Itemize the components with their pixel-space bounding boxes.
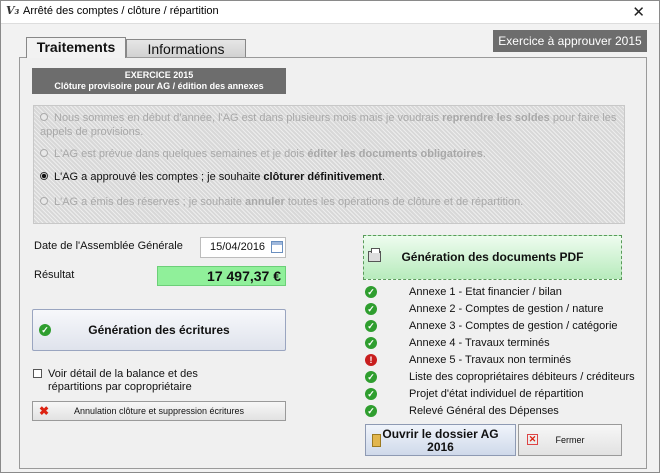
option-editer-documents[interactable]: L'AG est prévue dans quelques semaines e… (40, 147, 486, 161)
check-icon: ✓ (365, 371, 377, 383)
check-icon: ✓ (39, 324, 51, 336)
app-icon: V₃ (6, 4, 20, 17)
annex-item: ✓ Projet d'état individuel de répartitio… (361, 386, 631, 402)
cancel-closing-label: Annulation clôture et suppression écritu… (73, 406, 245, 416)
annex-label: Liste des copropriétaires débiteurs / cr… (409, 371, 635, 383)
annex-item: ✓ Relevé Général des Dépenses (361, 403, 631, 419)
open-ag-folder-button[interactable]: Ouvrir le dossier AG 2016 (365, 424, 516, 456)
tab-informations[interactable]: Informations (126, 39, 246, 59)
annex-label: Annexe 3 - Comptes de gestion / catégori… (409, 320, 618, 332)
close-button[interactable]: ✕ Fermer (518, 424, 622, 456)
exercice-header: EXERCICE 2015 Clôture provisoire pour AG… (32, 68, 286, 94)
annex-label: Annexe 4 - Travaux terminés (409, 337, 550, 349)
annex-item: ✓ Annexe 3 - Comptes de gestion / catégo… (361, 318, 631, 334)
annex-item: ✓ Annexe 4 - Travaux terminés (361, 335, 631, 351)
folder-icon (372, 434, 381, 447)
options-group: Nous sommes en début d'année, l'AG est d… (33, 105, 625, 224)
generate-entries-label: Génération des écritures (88, 323, 230, 337)
option-2-post: . (482, 148, 486, 160)
annex-item: ! Annexe 5 - Travaux non terminés (361, 352, 631, 368)
dialog-client: Traitements Informations Exercice à appr… (1, 23, 659, 472)
option-cloturer[interactable]: L'AG a approuvé les comptes ; je souhait… (40, 170, 385, 184)
option-3-pre: L'AG a approuvé les comptes ; je souhait… (54, 171, 264, 183)
ag-date-field[interactable]: 15/04/2016 (200, 237, 286, 258)
close-icon: ✕ (527, 434, 538, 445)
calendar-icon[interactable] (271, 241, 283, 253)
ag-date-label: Date de l'Assemblée Générale (34, 240, 183, 252)
cancel-closing-button[interactable]: ✖ Annulation clôture et suppression écri… (32, 401, 286, 421)
ag-date-value: 15/04/2016 (210, 241, 266, 253)
tab-traitements[interactable]: Traitements (26, 37, 126, 58)
result-value: 17 497,37 € (157, 266, 286, 286)
printer-icon (368, 248, 381, 262)
annex-item: ✓ Annexe 2 - Comptes de gestion / nature (361, 301, 631, 317)
window-title: Arrêté des comptes / clôture / répartiti… (23, 5, 219, 17)
result-label: Résultat (34, 269, 75, 281)
option-4-post: toutes les opérations de clôture et de r… (284, 196, 524, 208)
check-icon: ✓ (365, 320, 377, 332)
detail-checkbox[interactable] (33, 369, 42, 378)
generate-pdf-button[interactable]: Génération des documents PDF (363, 235, 622, 280)
option-3-bold: clôturer définitivement (263, 171, 382, 183)
close-window-icon[interactable]: ✕ (632, 3, 645, 21)
check-icon: ✓ (365, 337, 377, 349)
radio-reprendre-soldes[interactable] (40, 113, 48, 121)
annex-label: Projet d'état individuel de répartition (409, 388, 584, 400)
option-1-pre: Nous sommes en début d'année, l'AG est d… (54, 112, 443, 124)
detail-checkbox-label: Voir détail de la balance et des réparti… (48, 368, 198, 393)
error-icon: ! (365, 354, 377, 366)
check-icon: ✓ (365, 303, 377, 315)
generate-entries-button[interactable]: ✓ Génération des écritures (32, 309, 286, 351)
radio-editer-documents[interactable] (40, 149, 48, 157)
annex-label: Annexe 2 - Comptes de gestion / nature (409, 303, 604, 315)
dialog-window: V₃ Arrêté des comptes / clôture / répart… (0, 0, 660, 473)
annex-label: Annexe 1 - Etat financier / bilan (409, 286, 562, 298)
option-4-bold: annuler (245, 196, 285, 208)
annex-label: Relevé Général des Dépenses (409, 405, 559, 417)
close-label: Fermer (555, 435, 585, 445)
annex-label: Annexe 5 - Travaux non terminés (409, 354, 572, 366)
check-icon: ✓ (365, 286, 377, 298)
annex-item: ✓ Liste des copropriétaires débiteurs / … (361, 369, 635, 385)
exercice-header-title: EXERCICE 2015 (124, 70, 194, 80)
generate-pdf-label: Génération des documents PDF (401, 250, 584, 264)
option-1-bold: reprendre les soldes (442, 112, 550, 124)
delete-icon: ✖ (39, 404, 50, 418)
check-icon: ✓ (365, 405, 377, 417)
option-2-bold: éditer les documents obligatoires (307, 148, 483, 160)
option-2-pre: L'AG est prévue dans quelques semaines e… (54, 148, 308, 160)
option-reprendre-soldes[interactable]: Nous sommes en début d'année, l'AG est d… (40, 111, 620, 139)
exercice-badge: Exercice à approuver 2015 (493, 30, 647, 52)
check-icon: ✓ (365, 388, 377, 400)
option-annuler[interactable]: L'AG a émis des réserves ; je souhaite a… (40, 195, 523, 209)
radio-annuler[interactable] (40, 197, 48, 205)
option-4-pre: L'AG a émis des réserves ; je souhaite (54, 196, 246, 208)
exercice-header-subtitle: Clôture provisoire pour AG / édition des… (54, 81, 264, 91)
option-3-post: . (381, 171, 386, 183)
open-ag-folder-year: 2016 (427, 440, 454, 454)
radio-cloturer[interactable] (40, 172, 48, 180)
title-bar: V₃ Arrêté des comptes / clôture / répart… (1, 1, 659, 23)
annex-item: ✓ Annexe 1 - Etat financier / bilan (361, 284, 631, 300)
